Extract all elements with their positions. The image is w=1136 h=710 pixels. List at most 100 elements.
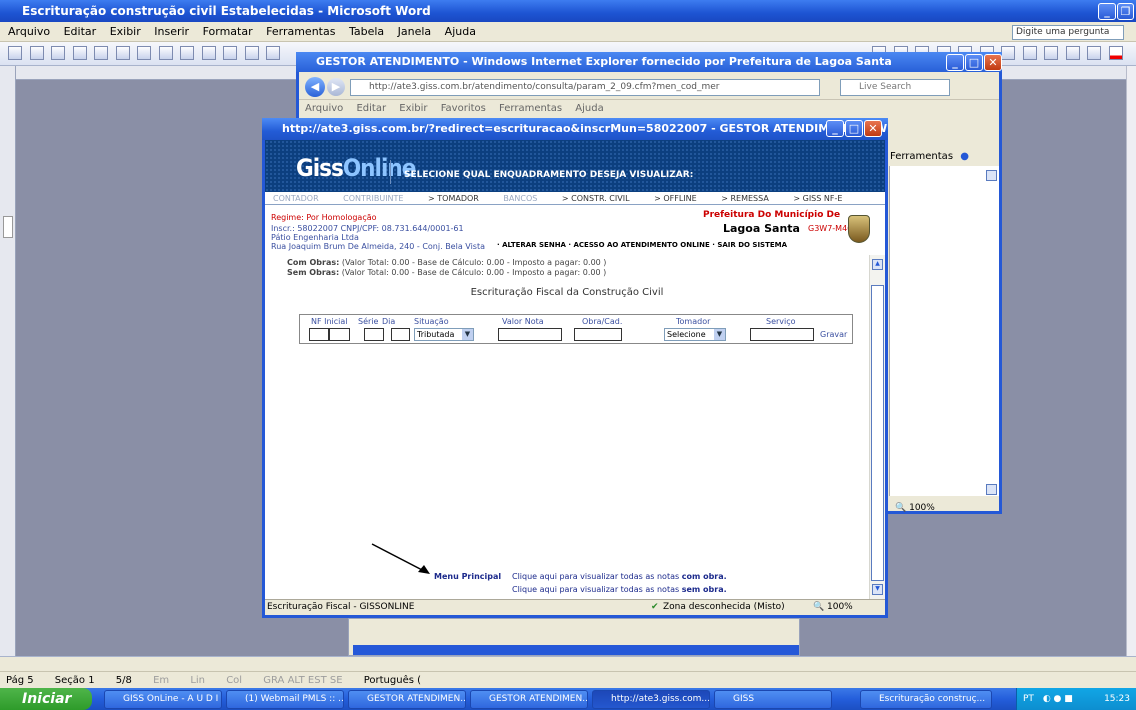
nav-tomador[interactable]: > TOMADOR [428, 194, 479, 203]
print-preview-icon[interactable] [137, 46, 151, 60]
word-minimize-button[interactable]: _ [1098, 3, 1116, 20]
ie-back-zoom[interactable]: 100% [909, 503, 935, 513]
ie-back-menu-bar: Arquivo Editar Exibir Favoritos Ferramen… [299, 100, 999, 117]
word-menu-editar[interactable]: Editar [64, 25, 97, 38]
obra-cad-input[interactable] [574, 328, 622, 341]
scroll-thumb[interactable] [871, 285, 884, 581]
ie-back-title-bar: GESTOR ATENDIMENTO - Windows Internet Ex… [296, 52, 1002, 72]
system-tray: PT ◐ ● ■ 15:23 [1016, 688, 1136, 710]
paste-icon[interactable] [244, 46, 259, 60]
gravar-button[interactable]: Gravar [820, 330, 847, 339]
borders-icon[interactable] [1065, 46, 1080, 60]
ie-front-maximize-button[interactable]: □ [845, 120, 863, 137]
print-icon[interactable] [115, 46, 130, 60]
scroll-up-icon[interactable] [986, 170, 997, 181]
status-at: Em [153, 675, 170, 686]
research-icon[interactable] [180, 46, 194, 60]
word-menu-tabela[interactable]: Tabela [349, 25, 384, 38]
forward-arrow-icon[interactable]: ▶ [327, 78, 345, 96]
cut-icon[interactable] [201, 46, 216, 60]
tray-language[interactable]: PT [1023, 694, 1034, 704]
serie-input[interactable] [364, 328, 384, 341]
ie-menu-ajuda[interactable]: Ajuda [575, 103, 603, 114]
menu-principal-link[interactable]: Menu Principal [434, 572, 501, 581]
ie-back-minimize-button[interactable]: _ [946, 54, 964, 71]
word-vertical-scrollbar[interactable] [1126, 66, 1136, 656]
scroll-down-icon[interactable] [986, 484, 997, 495]
link-com-obra[interactable]: Clique aqui para visualizar todas as not… [512, 572, 727, 581]
sem-obras-row: Sem Obras: (Valor Total: 0.00 - Base de … [287, 268, 606, 277]
ie-front-zoom[interactable]: 100% [827, 600, 853, 615]
ie-menu-arquivo[interactable]: Arquivo [305, 103, 343, 114]
word-menu-janela[interactable]: Janela [398, 25, 432, 38]
new-icon[interactable] [8, 46, 22, 60]
bullets-icon[interactable] [1001, 46, 1015, 60]
header-valor-nota: Valor Nota [502, 317, 544, 326]
taskbar-item-giss-online[interactable]: GISS OnLine - A U D I ... [104, 690, 222, 709]
save-icon[interactable] [51, 46, 65, 60]
nav-constr-civil[interactable]: > CONSTR. CIVIL [562, 194, 630, 203]
tray-icons[interactable]: ◐ ● ■ [1043, 694, 1073, 704]
dia-input[interactable] [391, 328, 410, 341]
nav-giss-nfe[interactable]: > GISS NF-E [793, 194, 842, 203]
word-horizontal-scrollbar[interactable] [0, 656, 1136, 671]
format-painter-icon[interactable] [266, 46, 280, 60]
ie-back-address-bar[interactable]: http://ate3.giss.com.br/atendimento/cons… [350, 79, 820, 96]
ie-back-close-button[interactable]: ✕ [984, 54, 1002, 71]
account-links[interactable]: · ALTERAR SENHA · ACESSO AO ATENDIMENTO … [497, 241, 787, 249]
word-menu-ferramentas[interactable]: Ferramentas [266, 25, 335, 38]
ie-back-status: 🔍 100% [889, 500, 999, 516]
nf-inicial-input-b[interactable] [329, 328, 350, 341]
nav-offline[interactable]: > OFFLINE [654, 194, 697, 203]
help-icon[interactable]: ● [960, 151, 969, 162]
link-sem-obra[interactable]: Clique aqui para visualizar todas as not… [512, 585, 727, 594]
ie-menu-editar[interactable]: Editar [356, 103, 386, 114]
highlight-icon[interactable] [1087, 46, 1101, 60]
font-color-icon[interactable] [1108, 46, 1123, 60]
word-restore-button[interactable]: ❐ [1117, 3, 1134, 20]
taskbar-item-gestor-2[interactable]: GESTOR ATENDIMEN... [470, 690, 588, 709]
ruler-margin-marker[interactable] [3, 216, 13, 238]
ie-front-close-button[interactable]: ✕ [864, 120, 882, 137]
permission-icon[interactable] [72, 46, 87, 60]
zoom-icon[interactable]: 🔍 [895, 503, 906, 513]
ie-menu-favoritos[interactable]: Favoritos [441, 103, 486, 114]
increase-indent-icon[interactable] [1044, 46, 1058, 60]
ie-back-tools-menu[interactable]: Ferramentas ● [890, 148, 998, 166]
servico-input[interactable] [750, 328, 814, 341]
taskbar-item-ate3[interactable]: http://ate3.giss.com.... [592, 690, 710, 709]
word-menu-arquivo[interactable]: Arquivo [8, 25, 50, 38]
nav-remessa[interactable]: > REMESSA [721, 194, 769, 203]
scroll-down-icon[interactable]: ▼ [872, 584, 883, 595]
ie-menu-ferramentas[interactable]: Ferramentas [499, 103, 562, 114]
zoom-icon[interactable]: 🔍 [813, 600, 824, 615]
word-menu-exibir[interactable]: Exibir [110, 25, 141, 38]
taskbar-item-gestor-1[interactable]: GESTOR ATENDIMEN... [348, 690, 466, 709]
taskbar-item-word[interactable]: Escrituração construç... [860, 690, 992, 709]
checkmark-icon: ✔ [651, 602, 659, 612]
open-icon[interactable] [29, 46, 44, 60]
taskbar-item-giss-folder[interactable]: GISS [714, 690, 832, 709]
copy-icon[interactable] [223, 46, 237, 60]
email-icon[interactable] [94, 46, 108, 60]
situacao-select[interactable]: Tributada ▼ [414, 328, 474, 341]
ie-back-search-input[interactable]: Live Search [840, 79, 950, 96]
scroll-up-icon[interactable]: ▲ [872, 259, 883, 270]
help-question-box[interactable]: Digite uma pergunta [1012, 25, 1124, 40]
back-arrow-icon[interactable]: ◀ [305, 77, 325, 97]
start-button[interactable]: Iniciar [0, 688, 92, 710]
nf-inicial-input-a[interactable] [309, 328, 329, 341]
decrease-indent-icon[interactable] [1022, 46, 1037, 60]
word-menu-formatar[interactable]: Formatar [203, 25, 253, 38]
ie-front-minimize-button[interactable]: _ [826, 120, 844, 137]
ie-back-maximize-button[interactable]: □ [965, 54, 983, 71]
giss-vertical-scrollbar[interactable]: ▲ ▼ [869, 255, 885, 599]
ie-menu-exibir[interactable]: Exibir [399, 103, 427, 114]
word-menu-ajuda[interactable]: Ajuda [445, 25, 476, 38]
com-obras-label: Com Obras: [287, 258, 340, 267]
tomador-select[interactable]: Selecione ▼ [664, 328, 726, 341]
word-menu-inserir[interactable]: Inserir [154, 25, 189, 38]
valor-nota-input[interactable] [498, 328, 562, 341]
taskbar-item-webmail[interactable]: (1) Webmail PMLS :: ... [226, 690, 344, 709]
spelling-icon[interactable] [158, 46, 173, 60]
